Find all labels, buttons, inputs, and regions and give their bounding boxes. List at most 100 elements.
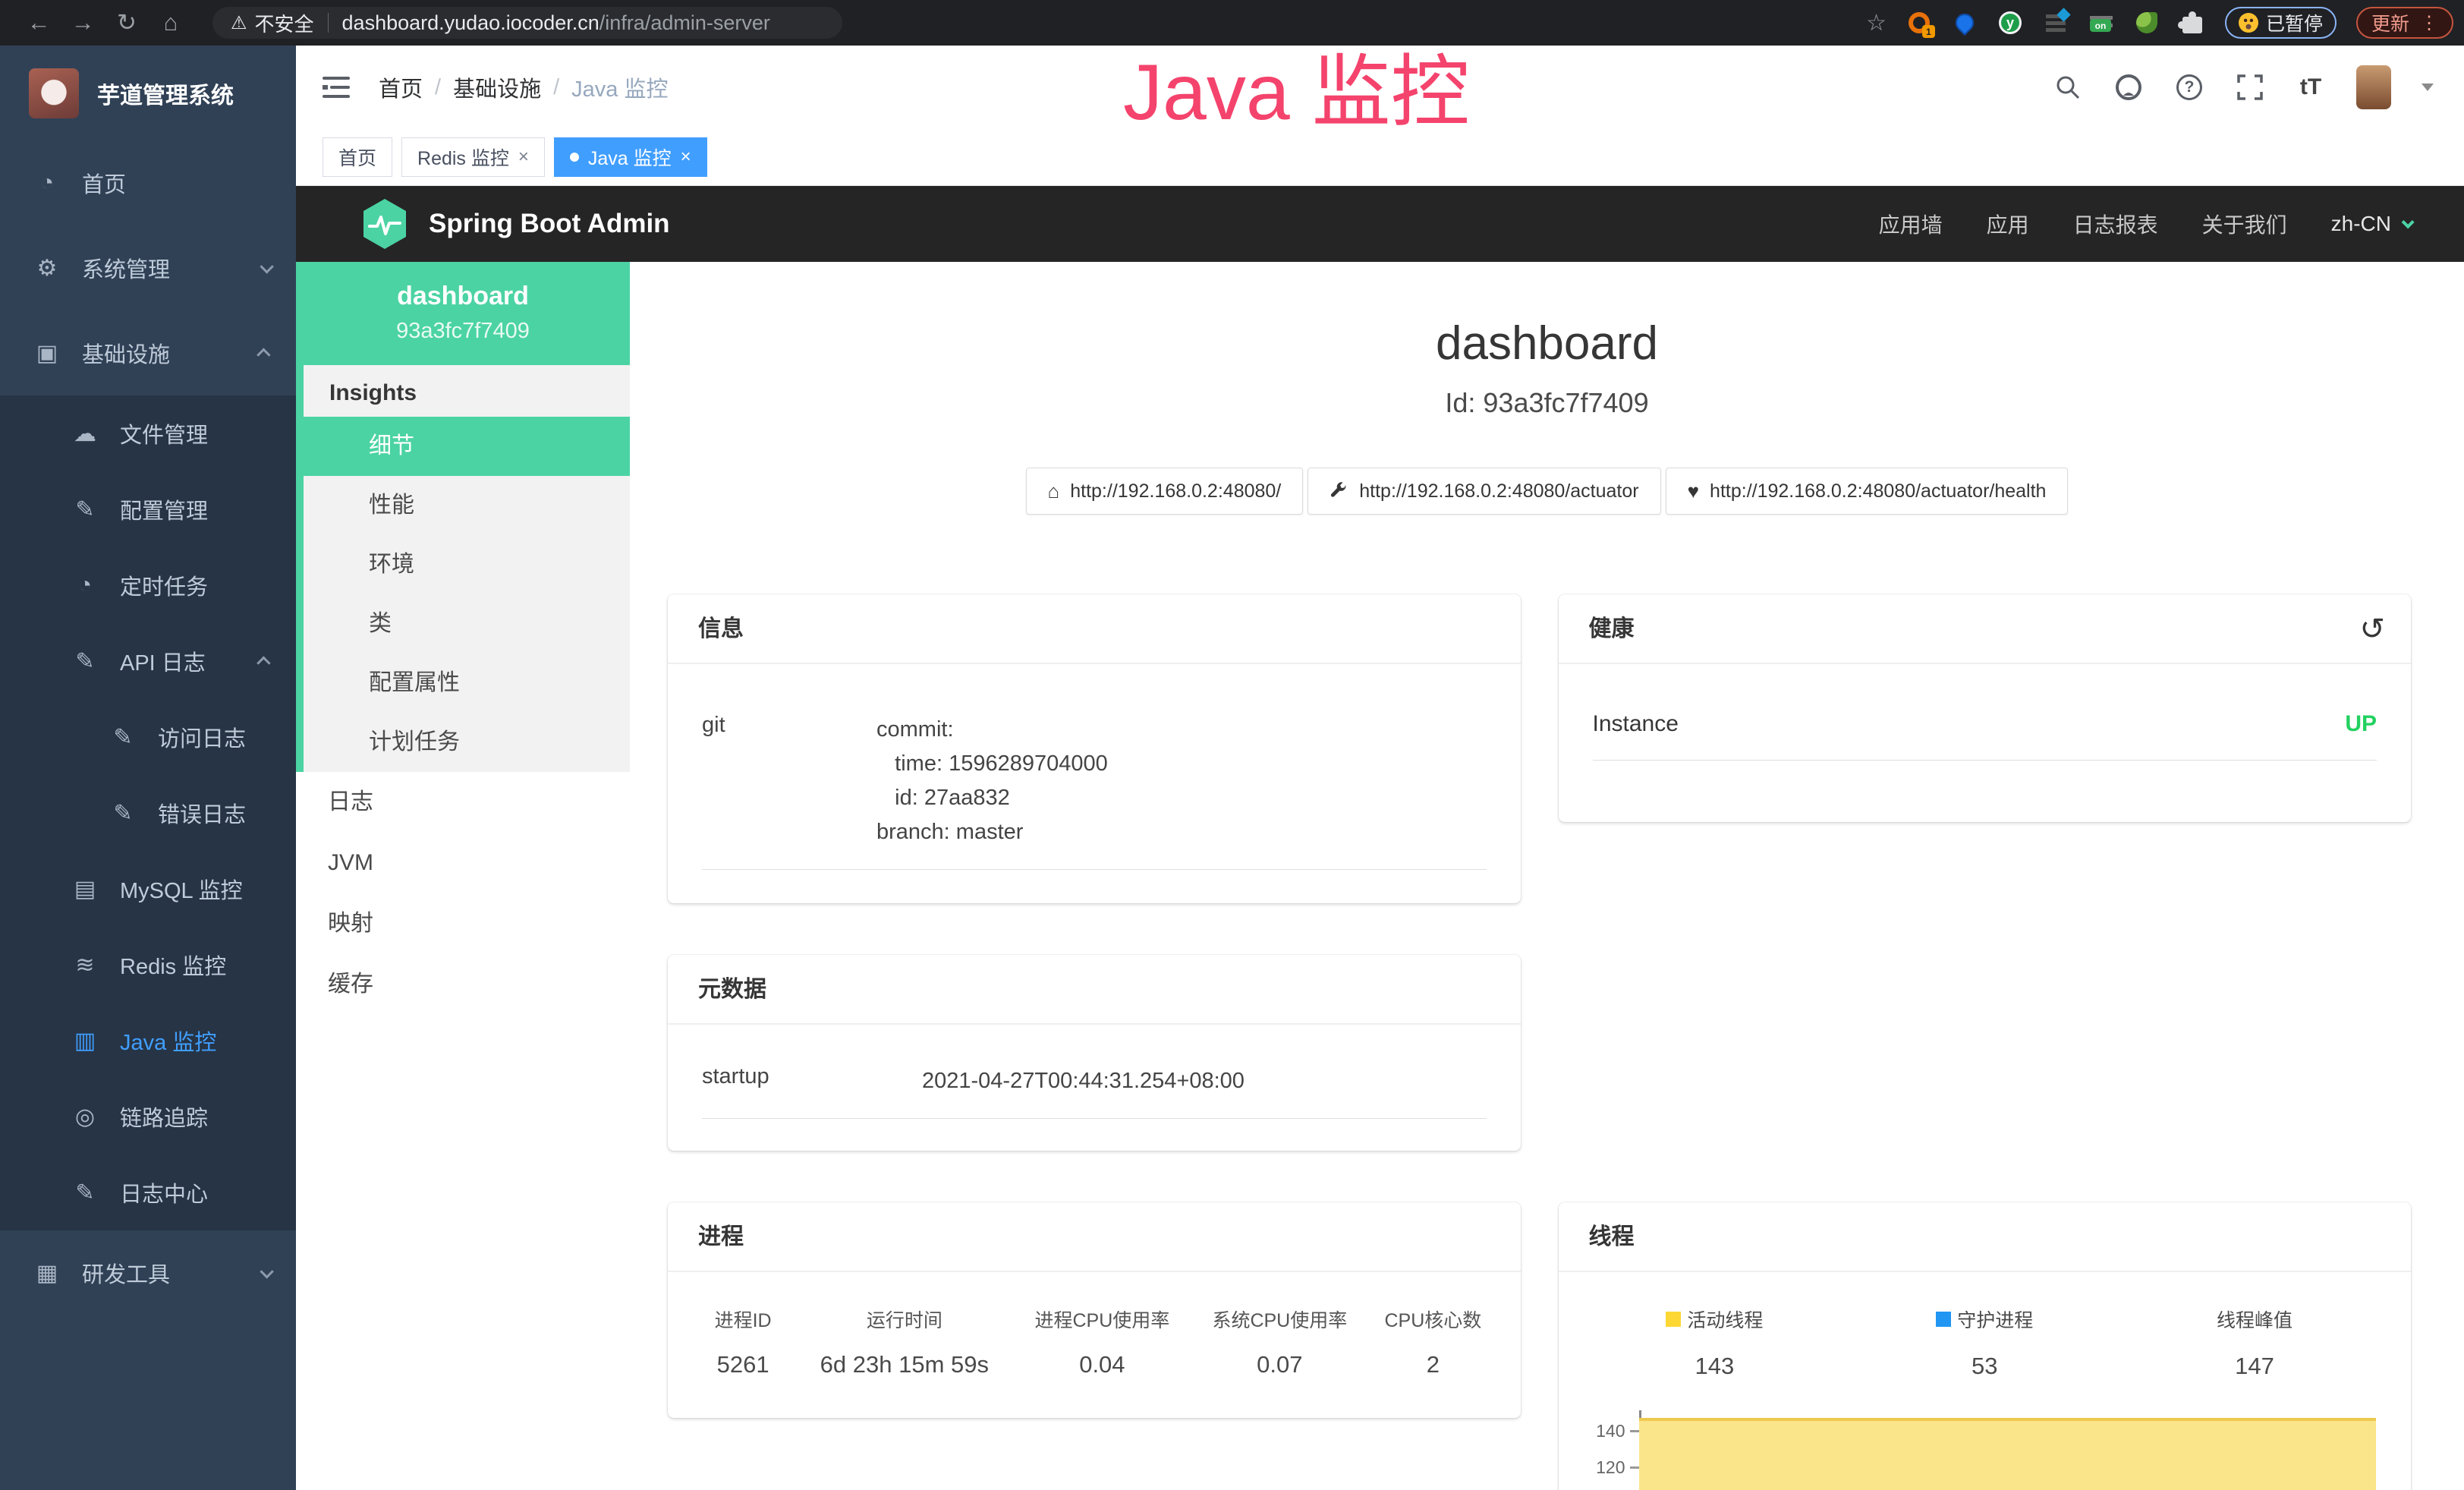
breadcrumb-home[interactable]: 首页 <box>379 71 423 103</box>
process-col-header: 进程ID <box>691 1306 795 1333</box>
history-icon[interactable]: ↺ <box>2359 594 2385 664</box>
instance-nav-jvm[interactable]: JVM <box>296 833 630 893</box>
sidebar-item-access-logs[interactable]: ✎ 访问日志 <box>0 699 296 775</box>
threads-card-title: 线程 <box>1559 1202 2412 1272</box>
kebab-menu-icon[interactable]: ⋮ <box>2420 12 2438 34</box>
sidebar-item-tracing[interactable]: ◎ 链路追踪 <box>0 1079 296 1155</box>
info-card: 信息 git commit: time: 1596289704000 id: 2… <box>668 594 1521 903</box>
browser-home-icon[interactable]: ⌂ <box>149 9 193 36</box>
close-icon[interactable]: × <box>518 146 529 168</box>
insights-group: Insights 细节 性能 环境 类 配置属性 计划任务 <box>296 365 630 772</box>
process-col-header: 进程CPU使用率 <box>1013 1306 1191 1333</box>
instance-nav-config-props[interactable]: 配置属性 <box>304 654 630 713</box>
sba-nav-wallboard[interactable]: 应用墙 <box>1879 209 1943 239</box>
sidebar-item-file-mgmt[interactable]: ☁ 文件管理 <box>0 395 296 471</box>
instance-nav-metrics[interactable]: 性能 <box>304 476 630 535</box>
sidebar-item-mysql-monitor[interactable]: ▤ MySQL 监控 <box>0 851 296 927</box>
locale-selector[interactable]: zh-CN <box>2331 212 2411 236</box>
y-tick-140: 140 <box>1596 1421 1625 1441</box>
close-icon[interactable]: × <box>681 146 691 168</box>
instance-nav-details[interactable]: 细节 <box>304 417 630 476</box>
system-cpu-usage: 0.07 <box>1191 1351 1368 1378</box>
sidebar-item-log-center[interactable]: ✎ 日志中心 <box>0 1155 296 1230</box>
dashboard-icon: ◔ <box>30 170 64 196</box>
sidebar-item-error-logs[interactable]: ✎ 错误日志 <box>0 775 296 851</box>
green-circle-icon[interactable]: y <box>1997 10 2023 36</box>
avatar[interactable] <box>2356 65 2391 109</box>
sidebar-item-dev-tools[interactable]: ▦ 研发工具 <box>0 1230 296 1315</box>
update-button[interactable]: 更新 ⋮ <box>2356 7 2453 39</box>
sba-nav-applications[interactable]: 应用 <box>1987 209 2029 239</box>
daemon-threads-value: 53 <box>1849 1353 2119 1380</box>
instance-id-subtitle: Id: 93a3fc7f7409 <box>630 387 2464 419</box>
process-card-title: 进程 <box>668 1202 1521 1272</box>
sba-brand[interactable]: Spring Boot Admin <box>360 197 670 250</box>
sidebar-item-redis-monitor[interactable]: ≋ Redis 监控 <box>0 927 296 1003</box>
tab-redis-monitor[interactable]: Redis 监控 × <box>401 137 545 177</box>
process-card: 进程 进程ID 运行时间 进程CPU使用率 系统CPU使用率 CPU核心数 52… <box>668 1202 1521 1418</box>
sba-nav-journal[interactable]: 日志报表 <box>2073 209 2158 239</box>
hamburger-icon[interactable] <box>323 77 350 98</box>
peak-threads-legend: 线程峰值 <box>2217 1306 2292 1333</box>
sidebar-item-api-logs[interactable]: ✎ API 日志 <box>0 623 296 699</box>
metadata-card-title: 元数据 <box>668 955 1521 1025</box>
sidebar-item-home[interactable]: ◔ 首页 <box>0 140 296 225</box>
active-dot-icon <box>570 153 579 162</box>
grid-blue-icon[interactable] <box>2043 10 2069 36</box>
info-row-git: git commit: time: 1596289704000 id: 27aa… <box>702 713 1487 870</box>
instance-nav-loggers[interactable]: 日志 <box>296 772 630 833</box>
fullscreen-icon[interactable] <box>2235 72 2265 102</box>
tab-java-monitor[interactable]: Java 监控 × <box>554 137 707 177</box>
tab-home[interactable]: 首页 <box>323 137 392 177</box>
sidebar-item-java-monitor[interactable]: ▥ Java 监控 <box>0 1003 296 1079</box>
process-cpu-usage: 0.04 <box>1013 1351 1191 1378</box>
detail-cards: 信息 git commit: time: 1596289704000 id: 2… <box>668 594 2411 1490</box>
process-col-header: CPU核心数 <box>1368 1306 1497 1333</box>
puzzle-icon[interactable] <box>2179 10 2205 36</box>
breadcrumb-infra[interactable]: 基础设施 <box>453 71 541 103</box>
log-icon: ✎ <box>68 648 102 675</box>
sidebar-item-scheduled-jobs[interactable]: ◔ 定时任务 <box>0 547 296 623</box>
caret-down-icon[interactable] <box>2422 83 2434 91</box>
service-url-link[interactable]: ⌂ http://192.168.0.2:48080/ <box>1026 468 1304 515</box>
paused-badge[interactable]: 已暂停 <box>2225 7 2337 39</box>
browser-back-icon[interactable]: ← <box>17 9 61 36</box>
health-url-link[interactable]: ♥ http://192.168.0.2:48080/actuator/heal… <box>1666 468 2069 515</box>
actuator-url-link[interactable]: http://192.168.0.2:48080/actuator <box>1308 468 1660 515</box>
cloud-icon: ☁ <box>68 421 102 447</box>
app-sidebar: 芋道管理系统 ◔ 首页 ⚙ 系统管理 ▣ 基础设施 ☁ 文件管理 ✎ 配置管理 <box>0 46 296 1490</box>
github-icon[interactable] <box>2113 72 2144 102</box>
breadcrumb: 首页 / 基础设施 / Java 监控 <box>379 71 668 103</box>
monitor-icon: ▥ <box>68 1028 102 1054</box>
sidebar-item-infra[interactable]: ▣ 基础设施 <box>0 310 296 395</box>
database-icon: ▤ <box>68 876 102 903</box>
leaf-green-icon[interactable] <box>2134 10 2160 36</box>
sidebar-item-config-mgmt[interactable]: ✎ 配置管理 <box>0 471 296 547</box>
toolbox-icon: ▦ <box>30 1260 64 1287</box>
instance-id: 93a3fc7f7409 <box>304 319 622 344</box>
sba-nav-about[interactable]: 关于我们 <box>2202 209 2287 239</box>
browser-forward-icon[interactable]: → <box>61 9 105 36</box>
browser-reload-icon[interactable]: ↻ <box>105 9 149 36</box>
process-col-header: 运行时间 <box>795 1306 1013 1333</box>
text-size-icon[interactable]: tT <box>2296 72 2326 102</box>
instance-header[interactable]: dashboard 93a3fc7f7409 <box>296 262 630 365</box>
live-threads-area-fill <box>1639 1418 2377 1490</box>
url-host: dashboard.yudao.iocoder.cn <box>342 11 599 35</box>
instance-nav-caches[interactable]: 缓存 <box>296 954 630 1015</box>
refresh-orange-icon[interactable]: 1 <box>1906 10 1932 36</box>
address-bar[interactable]: ⚠ 不安全 dashboard.yudao.iocoder.cn/infra/a… <box>212 7 842 39</box>
bookmark-star-icon[interactable]: ☆ <box>1866 10 1887 36</box>
live-threads-legend: 活动线程 <box>1666 1306 1763 1333</box>
instance-nav-scheduled-tasks[interactable]: 计划任务 <box>304 713 630 772</box>
help-icon[interactable]: ? <box>2174 72 2204 102</box>
on-switch-icon[interactable]: on <box>2088 10 2114 36</box>
instance-nav-environment[interactable]: 环境 <box>304 535 630 594</box>
process-pid: 5261 <box>691 1351 795 1378</box>
log-icon: ✎ <box>68 1180 102 1206</box>
search-icon[interactable] <box>2053 72 2083 102</box>
instance-nav-classes[interactable]: 类 <box>304 594 630 654</box>
pin-blue-icon[interactable] <box>1952 10 1978 36</box>
sidebar-item-system[interactable]: ⚙ 系统管理 <box>0 225 296 310</box>
instance-nav-mappings[interactable]: 映射 <box>296 893 630 954</box>
